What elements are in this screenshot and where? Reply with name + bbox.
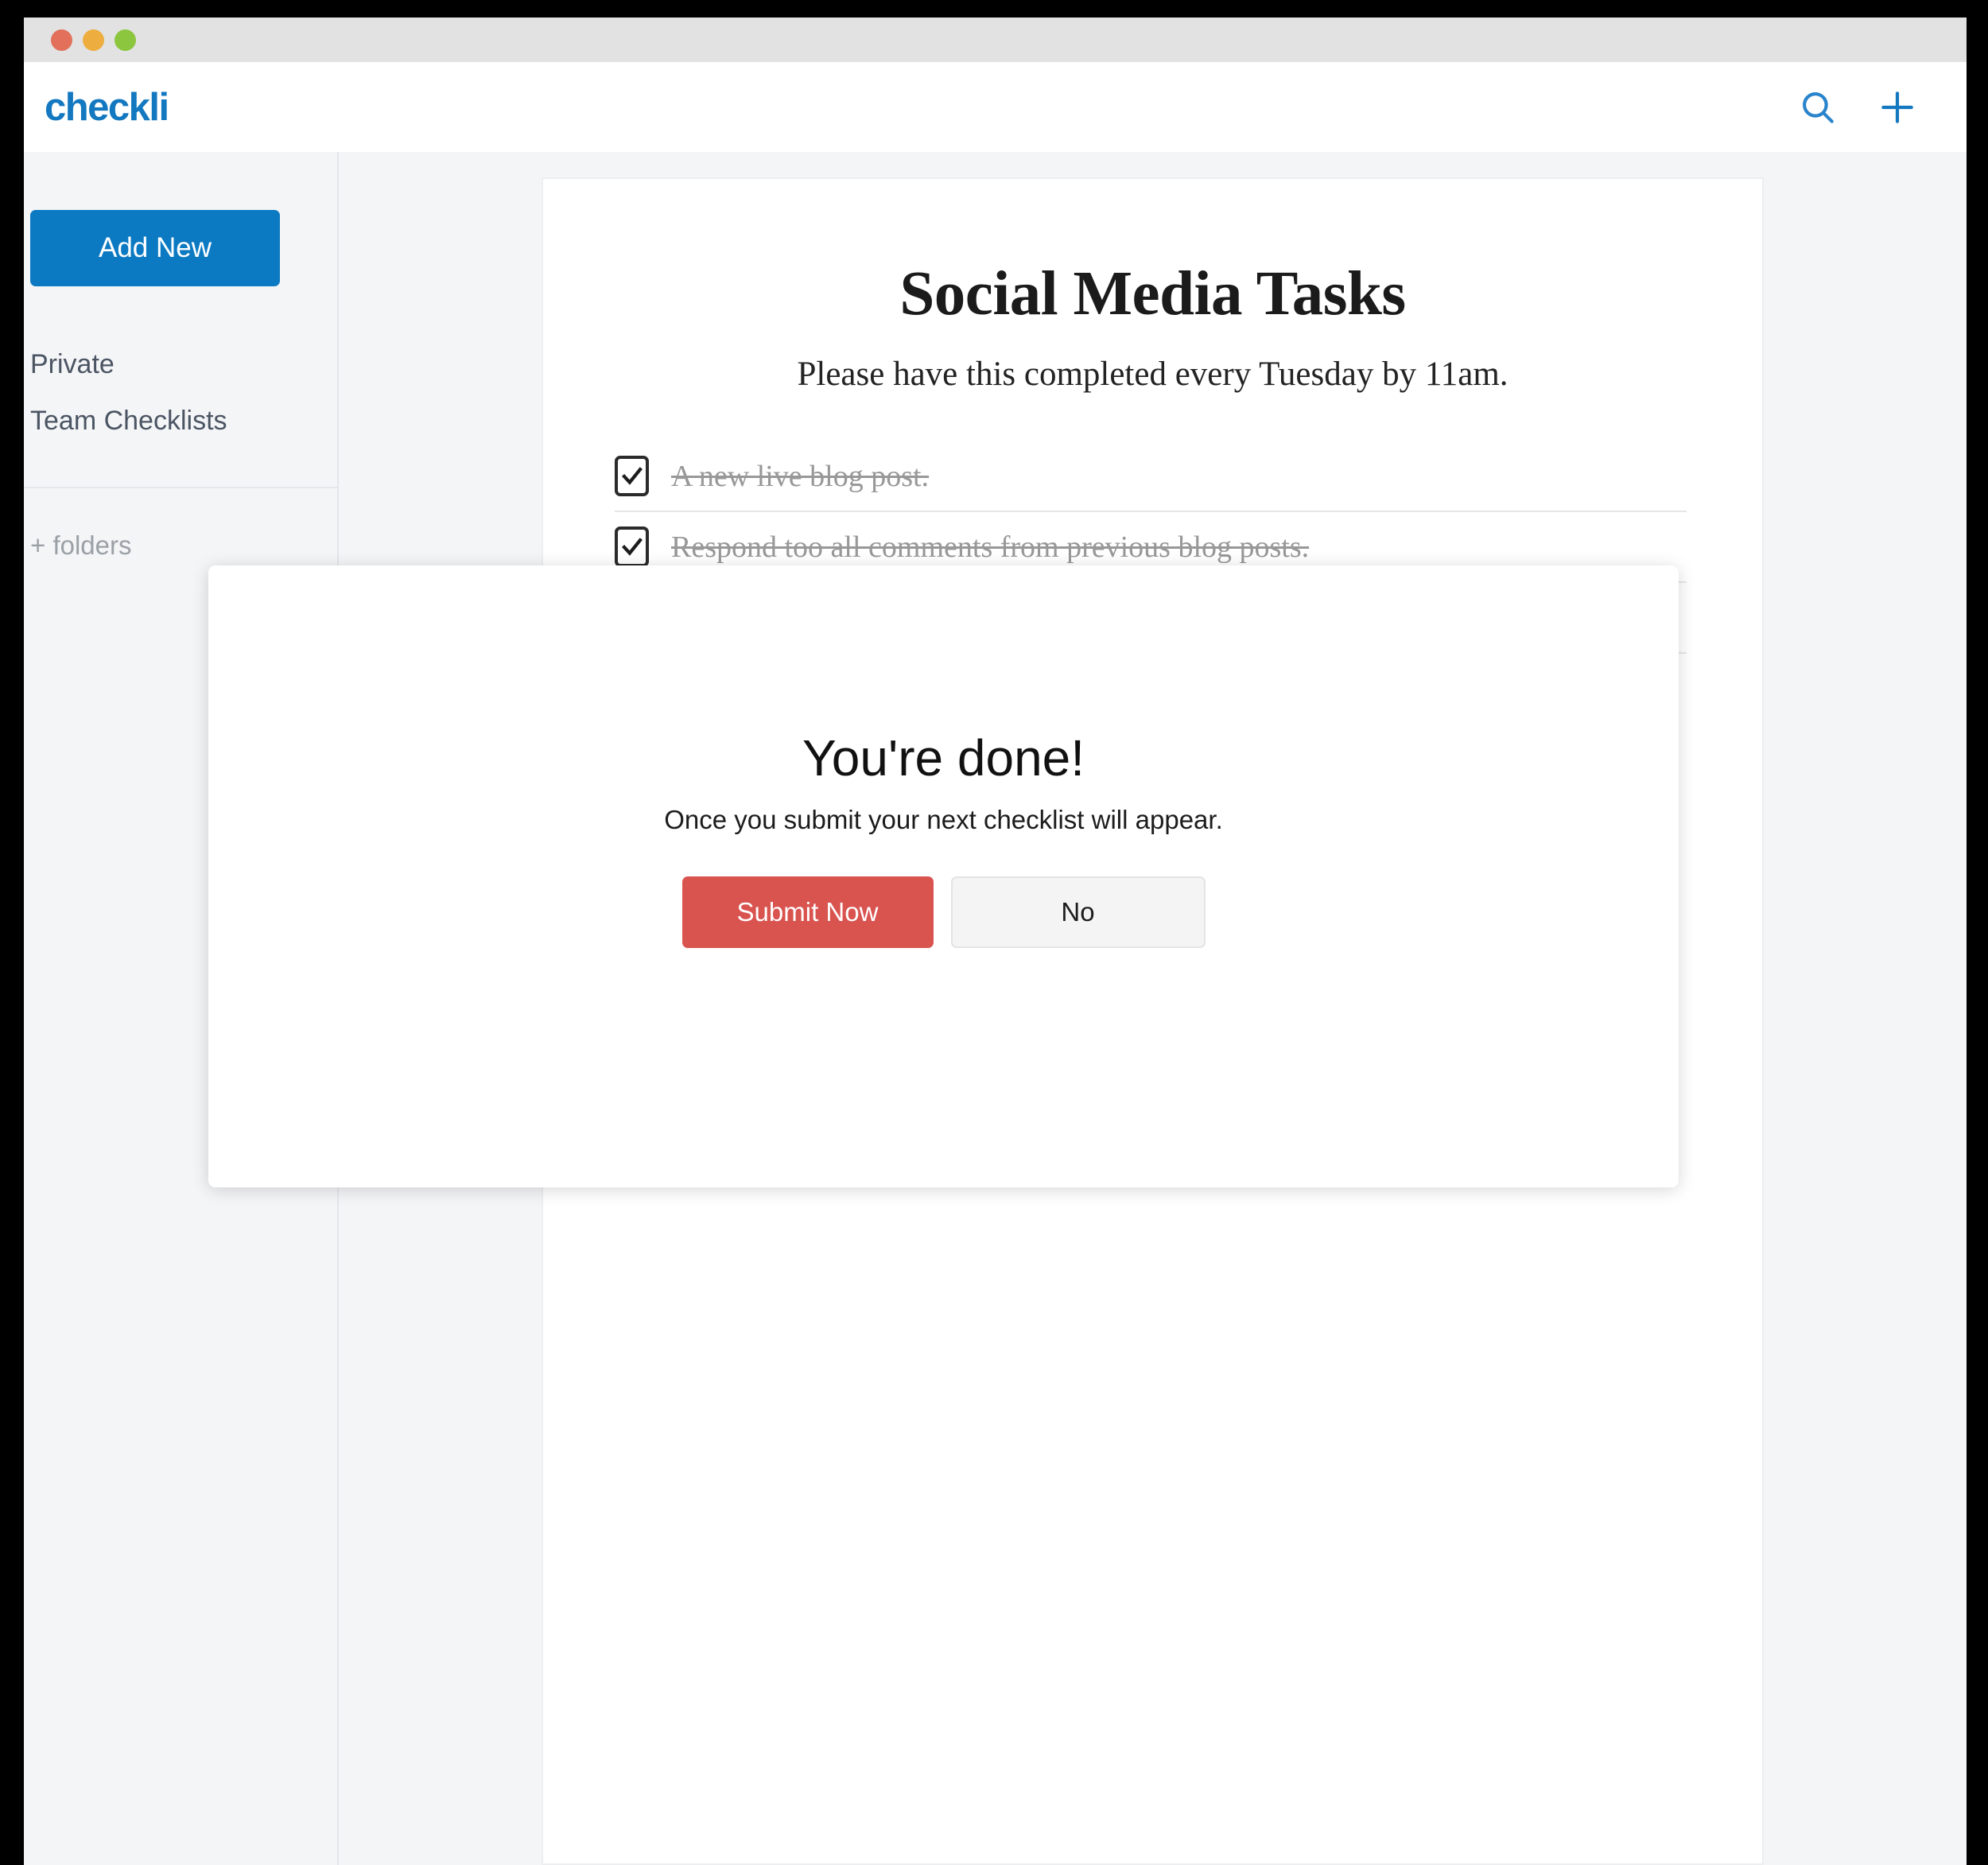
modal-actions: Submit Now No	[681, 876, 1206, 948]
add-new-button[interactable]: Add New	[30, 210, 280, 286]
app-header: checkli	[24, 62, 1967, 152]
checklist-item[interactable]: A new live blog post.	[615, 441, 1687, 512]
browser-window: checkli Add New Private Team Checklists …	[24, 17, 1967, 1865]
submit-now-button[interactable]: Submit Now	[681, 876, 934, 948]
no-button[interactable]: No	[950, 876, 1206, 948]
page-subtitle: Please have this completed every Tuesday…	[797, 356, 1508, 393]
plus-icon[interactable]	[1877, 87, 1917, 127]
checkli-logo[interactable]: checkli	[45, 85, 169, 130]
checklist-item-label: A new live blog post.	[671, 459, 930, 493]
modal-subtitle: Once you submit your next checklist will…	[664, 805, 1223, 834]
sidebar-item-team-checklists[interactable]: Team Checklists	[30, 393, 337, 449]
sidebar-divider	[24, 487, 337, 488]
header-actions	[1798, 87, 1917, 127]
checklist-item-label: Respond too all comments from previous b…	[671, 530, 1310, 564]
submit-confirmation-modal: You're done! Once you submit your next c…	[208, 565, 1679, 1187]
window-title-bar	[24, 17, 1967, 62]
minimize-window-button[interactable]	[83, 29, 104, 51]
close-window-button[interactable]	[51, 29, 72, 51]
checkbox-checked-icon[interactable]	[615, 456, 649, 496]
checkbox-checked-icon[interactable]	[615, 526, 649, 567]
sidebar-nav-list: Private Team Checklists	[24, 336, 337, 449]
sidebar-item-private[interactable]: Private	[30, 336, 337, 393]
app-body: Add New Private Team Checklists + folder…	[24, 152, 1967, 1865]
maximize-window-button[interactable]	[115, 29, 136, 51]
traffic-light-controls	[51, 29, 136, 51]
modal-title: You're done!	[802, 729, 1085, 787]
search-icon[interactable]	[1798, 87, 1838, 127]
add-folders-link[interactable]: + folders	[24, 530, 337, 561]
page-title: Social Media Tasks	[899, 259, 1406, 328]
